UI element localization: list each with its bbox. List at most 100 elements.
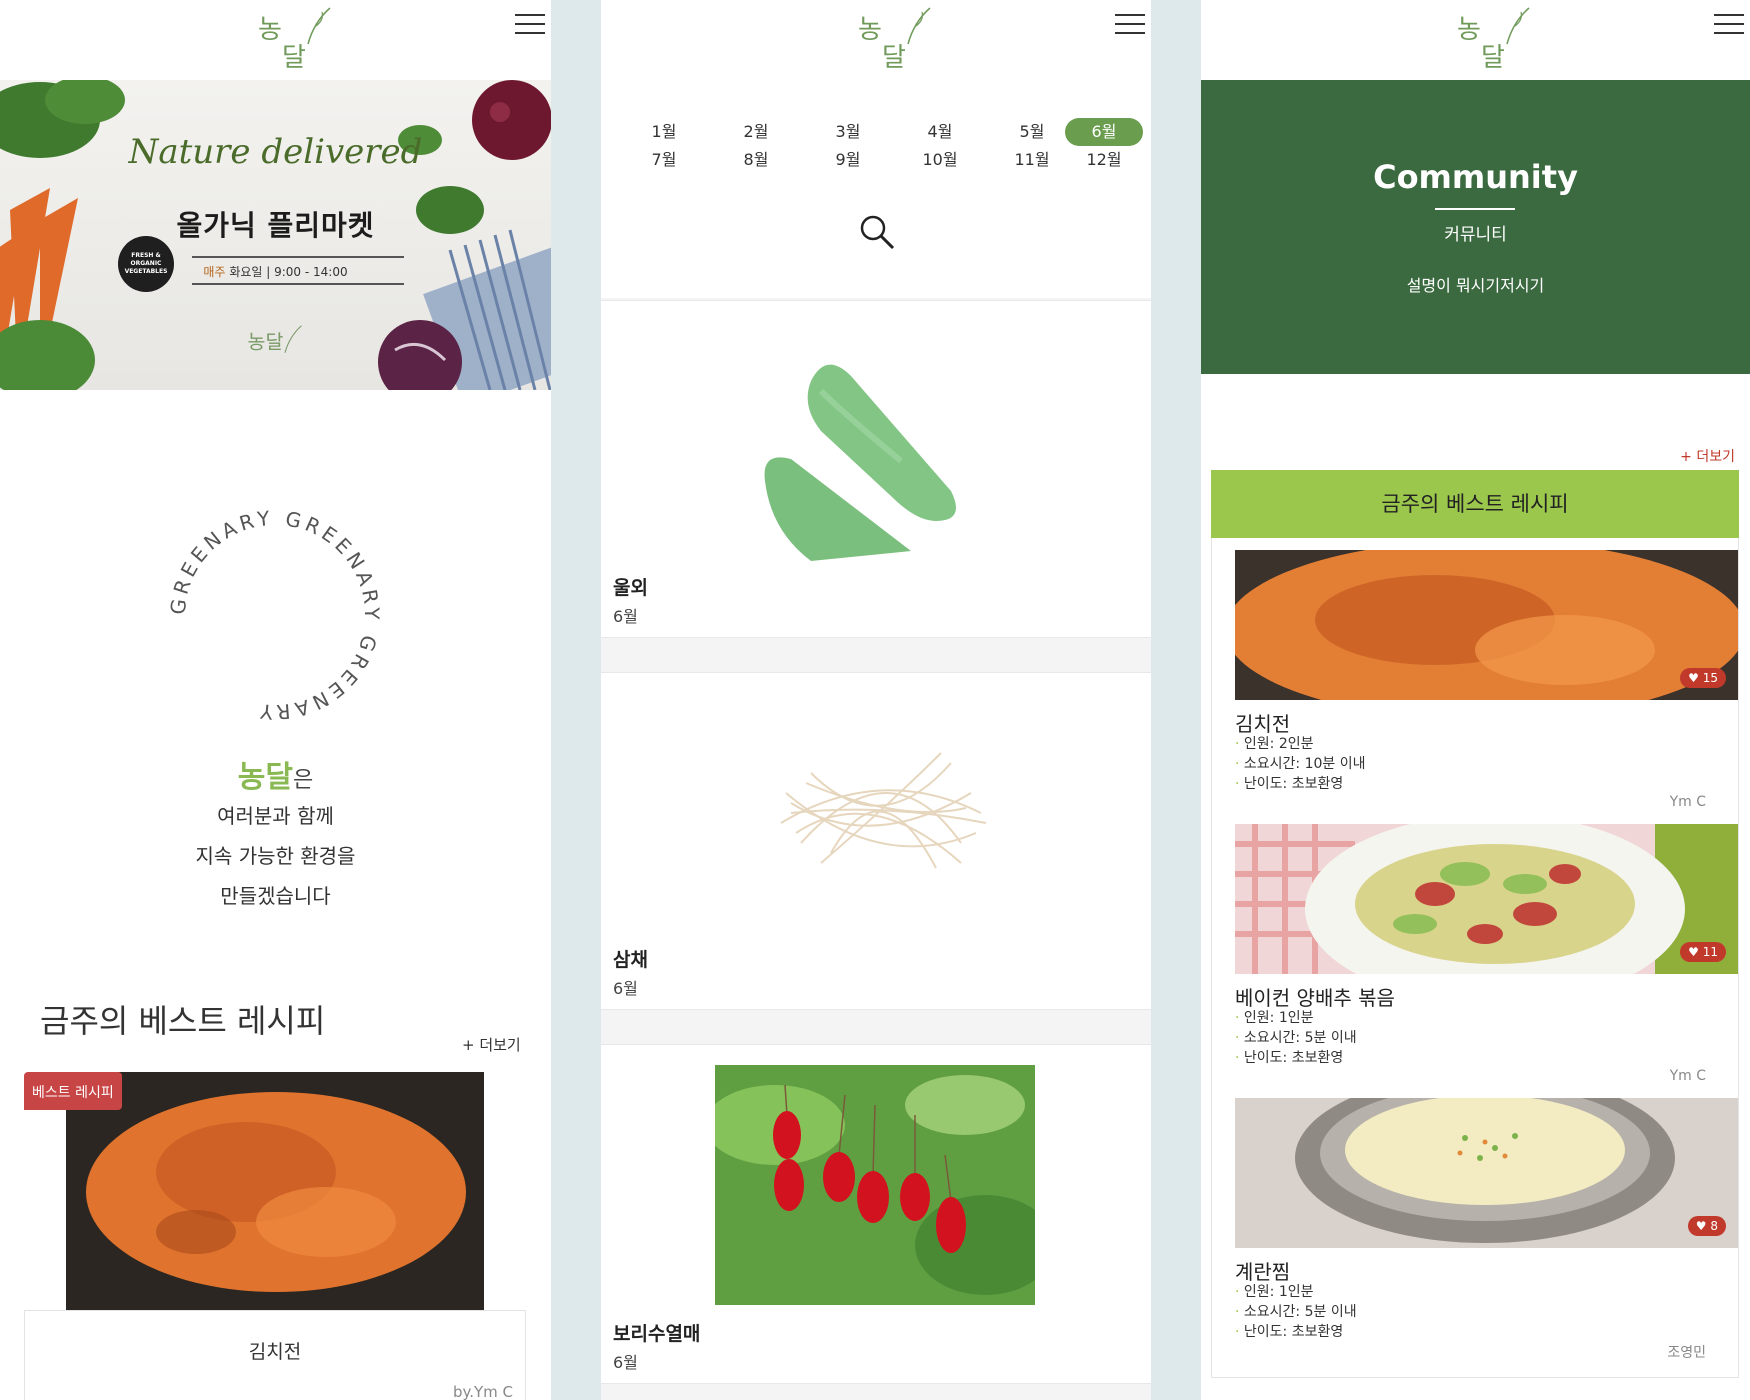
- intro-brand-suffix: 은: [292, 768, 314, 793]
- recipe-author: by.Ym C: [452, 1383, 513, 1400]
- like-count: 11: [1702, 945, 1718, 959]
- recipe-name[interactable]: 계란찜: [1235, 1256, 1290, 1285]
- kimchijeon-image: [1235, 550, 1738, 700]
- samchae-image: [780, 752, 987, 869]
- banner-script-title: Nature delivered: [128, 132, 423, 172]
- like-count: 8: [1710, 1219, 1718, 1233]
- best-recipe-tag: 베스트 레시피: [24, 1072, 122, 1110]
- kimchijeon-image: [66, 1072, 484, 1310]
- recipe-name[interactable]: 김치전: [1235, 708, 1290, 737]
- vegetable-name: 울외: [613, 577, 648, 599]
- community-title: Community: [1373, 158, 1578, 196]
- logo-text-2: 달: [882, 43, 906, 73]
- banner-divider-top: [192, 256, 404, 258]
- month-11[interactable]: 11월: [993, 146, 1071, 174]
- community-description: 설명이 뭐시기저시기: [1406, 276, 1545, 295]
- schedule-text: 화요일 | 9:00 - 14:00: [229, 265, 348, 279]
- recipe-info: 인원: 1인분 소요시간: 5분 이내 난이도: 초보환영: [1235, 1282, 1357, 1342]
- like-badge[interactable]: ♥ 11: [1680, 942, 1726, 962]
- vegetable-card[interactable]: 삼채 6월: [601, 672, 1151, 1010]
- month-8[interactable]: 8월: [717, 146, 795, 174]
- menu-icon[interactable]: [1714, 14, 1744, 36]
- intro-line-2: 지속 가능한 환경을: [195, 844, 356, 868]
- seasonal-screen: 농 달 1월 2월 3월 4월 5월 6월 7월 8월 9월 10월 11월 1…: [601, 0, 1151, 1400]
- home-screen: 농 달 Nature delivered 올가닉 플리마켓 매주 화요일 | 9…: [0, 0, 551, 1400]
- boriyasu-berry-image: [715, 1065, 1035, 1305]
- month-9[interactable]: 9월: [809, 146, 887, 174]
- svg-text:GREENARY GREENARY GREENARY: GREENARY GREENARY GREENARY: [170, 510, 380, 720]
- header: 농 달: [0, 0, 551, 80]
- recipe-author: Ym C: [1669, 794, 1706, 810]
- recipe-image[interactable]: ♥ 11: [1235, 824, 1738, 974]
- intro-line-3: 만들겠습니다: [220, 884, 331, 908]
- banner-schedule: 매주 화요일 | 9:00 - 14:00: [0, 263, 551, 280]
- header: 농 달: [601, 0, 1151, 80]
- recipe-list: ♥ 15 김치전 인원: 2인분 소요시간: 10분 이내 난이도: 초보환영 …: [1211, 538, 1739, 1378]
- vegetable-card[interactable]: 보리수열매 6월: [601, 1044, 1151, 1384]
- menu-icon[interactable]: [1115, 14, 1145, 36]
- organic-badge: FRESH & ORGANIC VEGETABLES: [118, 236, 174, 292]
- vegetable-month: 6월: [613, 607, 638, 626]
- vegetable-name: 삼채: [613, 949, 648, 971]
- banner-headline: 올가닉 플리마켓: [176, 209, 375, 242]
- community-screen: 농 달 Community 커뮤니티 설명이 뭐시기저시기 + 더보기 금주의 …: [1201, 0, 1750, 1400]
- community-divider: [1435, 208, 1515, 210]
- banner-logo-text: 농달: [248, 330, 284, 353]
- like-badge[interactable]: ♥ 15: [1680, 668, 1726, 688]
- recipe-time: 소요시간: 5분 이내: [1235, 1028, 1357, 1048]
- recipe-servings: 인원: 2인분: [1235, 734, 1366, 754]
- recipe-servings: 인원: 1인분: [1235, 1008, 1357, 1028]
- logo[interactable]: 농 달: [1455, 4, 1535, 74]
- intro-brand: 농달: [237, 760, 293, 795]
- month-6[interactable]: 6월: [1065, 118, 1143, 146]
- month-1[interactable]: 1월: [625, 118, 703, 146]
- month-filter: 1월 2월 3월 4월 5월 6월 7월 8월 9월 10월 11월 12월: [601, 80, 1151, 298]
- recipe-level: 난이도: 초보환영: [1235, 1048, 1357, 1068]
- month-3[interactable]: 3월: [809, 118, 887, 146]
- schedule-highlight: 매주: [203, 265, 226, 279]
- vegetable-card[interactable]: 울외 6월: [601, 300, 1151, 638]
- more-link[interactable]: + 더보기: [462, 1034, 521, 1055]
- recipe-author: 조영민: [1667, 1345, 1706, 1361]
- recipe-info: 인원: 2인분 소요시간: 10분 이내 난이도: 초보환영: [1235, 734, 1366, 794]
- month-5[interactable]: 5월: [993, 118, 1071, 146]
- recipe-info: 인원: 1인분 소요시간: 5분 이내 난이도: 초보환영: [1235, 1008, 1357, 1068]
- vegetable-month: 6월: [613, 979, 638, 998]
- search-icon[interactable]: [857, 212, 897, 252]
- bacon-cabbage-image: [1235, 824, 1738, 974]
- recipe-time: 소요시간: 10분 이내: [1235, 754, 1366, 774]
- best-recipe-title: 금주의 베스트 레시피: [40, 1002, 326, 1040]
- recipe-level: 난이도: 초보환영: [1235, 774, 1366, 794]
- like-badge[interactable]: ♥ 8: [1687, 1216, 1726, 1236]
- month-2[interactable]: 2월: [717, 118, 795, 146]
- logo-text-1: 농: [258, 15, 282, 45]
- recipe-image[interactable]: ♥ 15: [1235, 550, 1738, 700]
- month-7[interactable]: 7월: [625, 146, 703, 174]
- menu-icon[interactable]: [515, 14, 545, 36]
- recipe-image[interactable]: ♥ 8: [1235, 1098, 1738, 1248]
- community-banner: Community 커뮤니티 설명이 뭐시기저시기: [1201, 80, 1750, 374]
- header: 농 달: [1201, 0, 1750, 80]
- logo-text-2: 달: [282, 43, 306, 73]
- more-link[interactable]: + 더보기: [1680, 446, 1735, 466]
- intro-text: 농달은 여러분과 함께 지속 가능한 환경을 만들겠습니다: [0, 752, 551, 916]
- logo[interactable]: 농 달: [256, 4, 336, 74]
- ulwoe-image: [764, 364, 956, 561]
- recipe-card[interactable]: 김치전 by.Ym C: [24, 1310, 526, 1400]
- vegetable-month: 6월: [613, 1353, 638, 1372]
- like-count: 15: [1702, 671, 1718, 685]
- month-10[interactable]: 10월: [901, 146, 979, 174]
- greenary-circle-text: GREENARY GREENARY GREENARY: [170, 510, 380, 720]
- recipe-image[interactable]: [66, 1072, 484, 1310]
- gyeranjjim-image: [1235, 1098, 1738, 1248]
- month-12[interactable]: 12월: [1065, 146, 1143, 174]
- vegetable-name: 보리수열매: [613, 1323, 701, 1345]
- recipe-author: Ym C: [1669, 1068, 1706, 1084]
- banner-divider-bottom: [192, 283, 404, 285]
- recipe-name[interactable]: 베이컨 양배추 볶음: [1235, 982, 1395, 1011]
- banner-logo: 농달: [248, 325, 302, 353]
- logo[interactable]: 농 달: [856, 4, 936, 74]
- circle-text: GREENARY GREENARY GREENARY: [170, 510, 380, 720]
- hero-banner[interactable]: Nature delivered 올가닉 플리마켓 매주 화요일 | 9:00 …: [0, 80, 551, 390]
- month-4[interactable]: 4월: [901, 118, 979, 146]
